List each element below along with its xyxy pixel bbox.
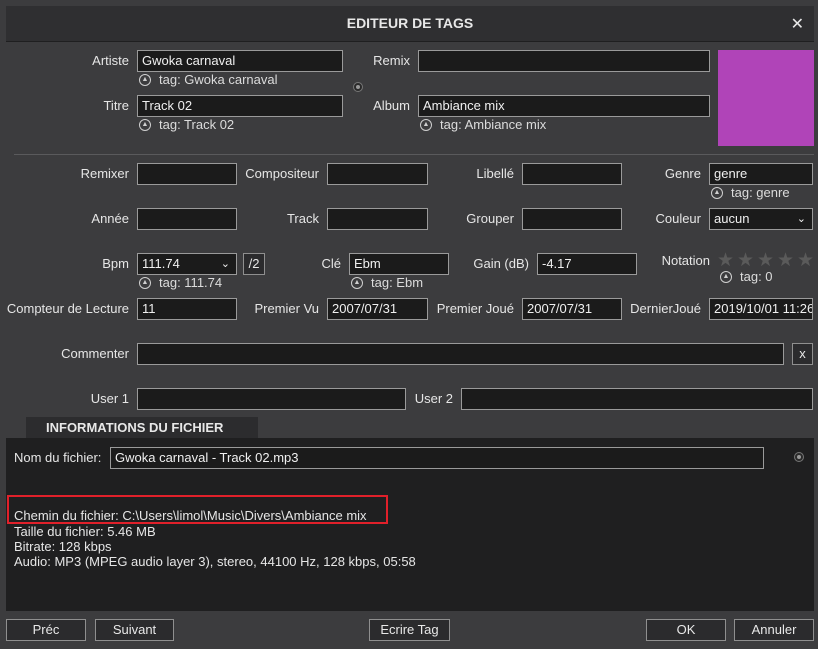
- album-artwork[interactable]: [718, 50, 814, 146]
- dernier-joue-input[interactable]: 2019/10/01 11:26: [709, 298, 813, 320]
- grouper-label: Grouper: [466, 211, 514, 226]
- dernier-joue-label: DernierJoué: [630, 301, 701, 316]
- tag-restore-icon[interactable]: ▲: [139, 118, 151, 131]
- star-icon[interactable]: ★: [717, 251, 734, 270]
- audio-text: Audio: MP3 (MPEG audio layer 3), stereo,…: [14, 554, 416, 569]
- cle-label: Clé: [321, 256, 341, 271]
- star-icon[interactable]: ★: [797, 251, 814, 270]
- compteur-label: Compteur de Lecture: [6, 301, 129, 316]
- tab-file-info-label: INFORMATIONS DU FICHIER: [46, 420, 224, 435]
- genre-tag: ▲ tag: genre: [711, 185, 790, 201]
- remix-input[interactable]: [418, 50, 710, 72]
- remixer-label: Remixer: [80, 166, 129, 181]
- bpm-half-button[interactable]: /2: [243, 253, 265, 275]
- genre-input[interactable]: genre: [709, 163, 813, 185]
- swap-fields-icon[interactable]: [353, 82, 363, 92]
- star-icon[interactable]: ★: [777, 251, 794, 270]
- commenter-label: Commenter: [61, 346, 129, 361]
- file-path-text: Chemin du fichier: C:\Users\limol\Music\…: [14, 508, 367, 523]
- libelle-label: Libellé: [476, 166, 514, 181]
- track-label: Track: [286, 211, 319, 226]
- user2-label: User 2: [414, 391, 453, 406]
- annee-label: Année: [91, 211, 129, 226]
- cle-input[interactable]: Ebm: [349, 253, 449, 275]
- tag-restore-icon[interactable]: ▲: [420, 118, 432, 131]
- chevron-down-icon: ⌄: [220, 258, 230, 270]
- remix-label: Remix: [373, 53, 410, 68]
- commenter-clear-button[interactable]: x: [792, 343, 813, 365]
- file-options-icon[interactable]: [794, 452, 804, 462]
- star-icon[interactable]: ★: [737, 251, 754, 270]
- titre-tag-text: tag: Track 02: [159, 117, 235, 132]
- user2-input[interactable]: [461, 388, 813, 410]
- rating-stars[interactable]: ★ ★ ★ ★ ★: [717, 251, 817, 271]
- tag-restore-icon[interactable]: ▲: [139, 276, 151, 289]
- dialog-title: EDITEUR DE TAGS: [346, 15, 474, 31]
- premier-vu-label: Premier Vu: [254, 301, 319, 316]
- artiste-input[interactable]: Gwoka carnaval: [137, 50, 343, 72]
- tag-restore-icon[interactable]: ▲: [711, 186, 723, 199]
- bpm-select[interactable]: 111.74 ⌄: [137, 253, 237, 275]
- bitrate-text: Bitrate: 128 kbps: [14, 539, 112, 554]
- commenter-input[interactable]: [137, 343, 784, 365]
- bpm-value: 111.74: [142, 256, 180, 271]
- album-tag-text: tag: Ambiance mix: [440, 117, 547, 132]
- album-input[interactable]: Ambiance mix: [418, 95, 710, 117]
- compteur-input[interactable]: 11: [137, 298, 237, 320]
- couleur-label: Couleur: [655, 211, 701, 226]
- titre-label: Titre: [103, 98, 129, 113]
- genre-label: Genre: [664, 166, 701, 181]
- notation-tag-text: tag: 0: [740, 269, 773, 284]
- couleur-value: aucun: [714, 211, 750, 226]
- gain-input[interactable]: -4.17: [537, 253, 637, 275]
- chevron-down-icon: ⌄: [796, 213, 806, 225]
- filename-label: Nom du fichier:: [14, 450, 102, 465]
- gain-label: Gain (dB): [473, 256, 529, 271]
- annee-input[interactable]: [137, 208, 237, 230]
- file-size-text: Taille du fichier: 5.46 MB: [14, 524, 156, 539]
- cancel-button[interactable]: Annuler: [734, 619, 814, 641]
- artiste-label: Artiste: [92, 53, 129, 68]
- bpm-tag: ▲ tag: 111.74: [139, 275, 222, 291]
- bpm-tag-text: tag: 111.74: [159, 275, 223, 290]
- remixer-input[interactable]: [137, 163, 237, 185]
- ok-button[interactable]: OK: [646, 619, 726, 641]
- genre-tag-text: tag: genre: [731, 185, 790, 200]
- next-button[interactable]: Suivant: [95, 619, 174, 641]
- track-input[interactable]: [327, 208, 428, 230]
- libelle-input[interactable]: [522, 163, 622, 185]
- album-tag: ▲ tag: Ambiance mix: [420, 117, 546, 133]
- premier-vu-input[interactable]: 2007/07/31: [327, 298, 428, 320]
- artiste-tag-text: tag: Gwoka carnaval: [159, 72, 278, 87]
- titre-tag: ▲ tag: Track 02: [139, 117, 234, 133]
- star-icon[interactable]: ★: [757, 251, 774, 270]
- notation-label: Notation: [661, 253, 710, 268]
- user1-input[interactable]: [137, 388, 406, 410]
- grouper-input[interactable]: [522, 208, 622, 230]
- divider: [14, 154, 814, 155]
- titre-input[interactable]: Track 02: [137, 95, 343, 117]
- cle-tag-text: tag: Ebm: [371, 275, 424, 290]
- file-info-panel: Nom du fichier: Gwoka carnaval - Track 0…: [6, 438, 814, 611]
- album-label: Album: [373, 98, 410, 113]
- artiste-tag: ▲ tag: Gwoka carnaval: [139, 72, 278, 88]
- filename-input[interactable]: Gwoka carnaval - Track 02.mp3: [110, 447, 764, 469]
- bpm-label: Bpm: [102, 256, 129, 271]
- prev-button[interactable]: Préc: [6, 619, 86, 641]
- tag-restore-icon[interactable]: ▲: [139, 73, 151, 86]
- compositeur-input[interactable]: [327, 163, 428, 185]
- notation-tag: ▲ tag: 0: [720, 269, 773, 285]
- close-icon[interactable]: ✕: [791, 14, 804, 34]
- compositeur-label: Compositeur: [245, 166, 319, 181]
- tag-restore-icon[interactable]: ▲: [720, 270, 732, 283]
- tag-restore-icon[interactable]: ▲: [351, 276, 363, 289]
- user1-label: User 1: [90, 391, 129, 406]
- title-bar: EDITEUR DE TAGS ✕: [6, 6, 814, 42]
- cle-tag: ▲ tag: Ebm: [351, 275, 423, 291]
- tab-file-info[interactable]: INFORMATIONS DU FICHIER: [26, 417, 258, 438]
- write-tag-button[interactable]: Ecrire Tag: [369, 619, 450, 641]
- premier-joue-label: Premier Joué: [436, 301, 514, 316]
- premier-joue-input[interactable]: 2007/07/31: [522, 298, 622, 320]
- couleur-select[interactable]: aucun ⌄: [709, 208, 813, 230]
